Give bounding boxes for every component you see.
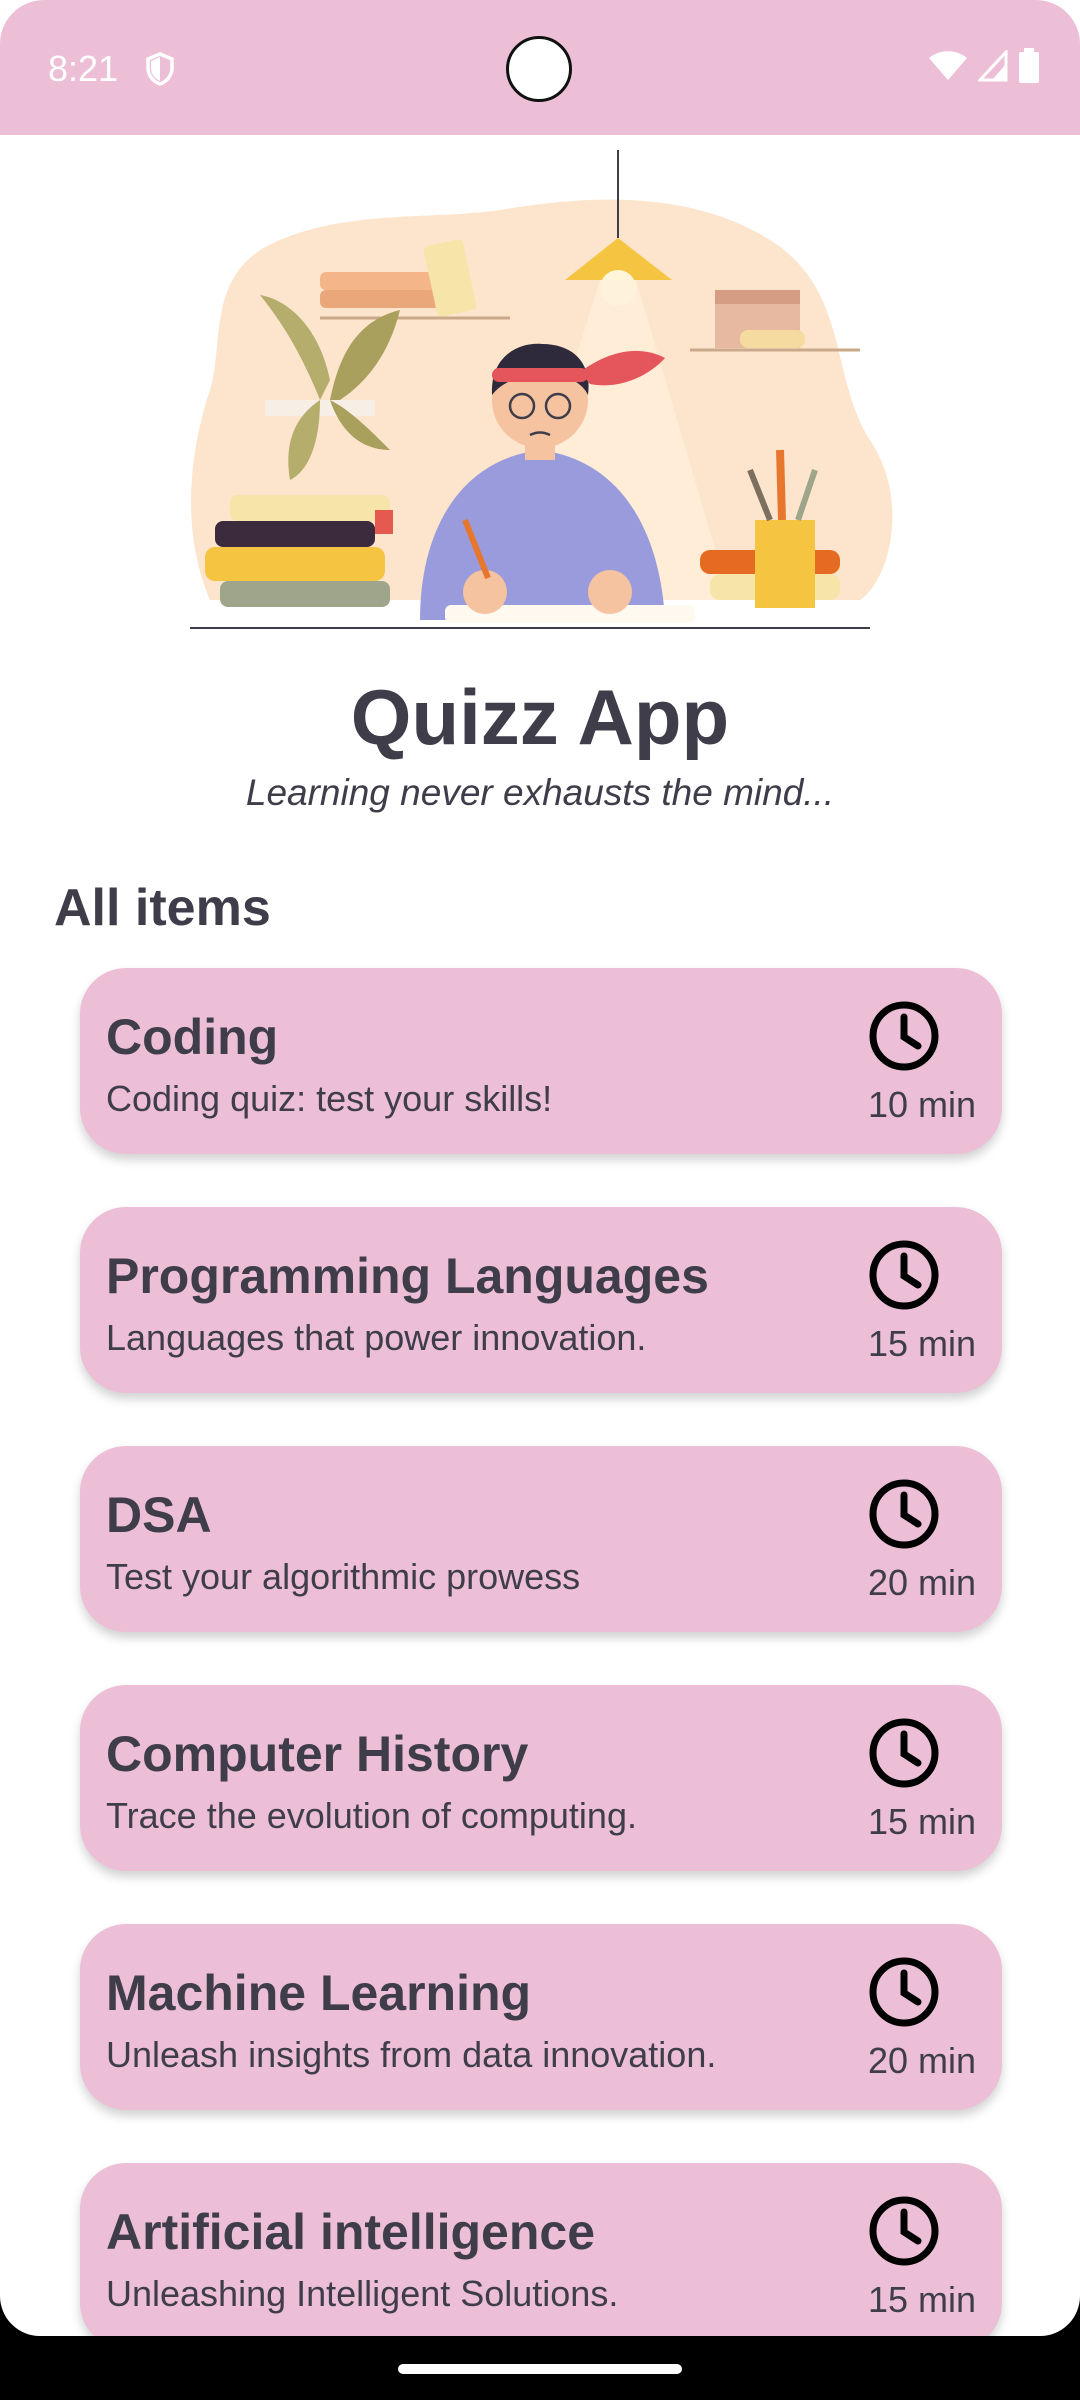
card-title: Artificial intelligence <box>106 2204 596 2260</box>
clock-icon <box>869 1240 939 1310</box>
front-camera <box>506 36 572 102</box>
card-title: Coding <box>106 1009 279 1065</box>
signal-icon <box>976 48 1008 87</box>
quiz-card-dsa[interactable]: DSA Test your algorithmic prowess 20 min <box>80 1446 1002 1632</box>
card-description: Unleashing Intelligent Solutions. <box>106 2273 619 2314</box>
shield-icon <box>145 52 175 91</box>
card-duration: 15 min <box>867 1801 976 1842</box>
card-title: Programming Languages <box>106 1248 709 1304</box>
clock-icon <box>869 1957 939 2027</box>
hero-illustration <box>190 150 893 629</box>
clock-icon <box>869 1479 939 1549</box>
card-duration: 20 min <box>867 2040 976 2081</box>
card-duration: 15 min <box>867 1323 976 1364</box>
card-description: Coding quiz: test your skills! <box>106 1078 553 1119</box>
card-description: Test your algorithmic prowess <box>106 1556 581 1597</box>
wifi-icon <box>928 50 968 87</box>
clock-icon <box>869 2196 939 2266</box>
card-description: Languages that power innovation. <box>106 1317 647 1358</box>
quiz-card-computer-history[interactable]: Computer History Trace the evolution of … <box>80 1685 1002 1871</box>
clock-icon <box>869 1001 939 1071</box>
quiz-card-programming-languages[interactable]: Programming Languages Languages that pow… <box>80 1207 1002 1393</box>
quiz-card-artificial-intelligence[interactable]: Artificial intelligence Unleashing Intel… <box>80 2163 1002 2336</box>
card-title: Machine Learning <box>106 1965 532 2021</box>
system-icons <box>928 48 1040 89</box>
status-time: 8:21 <box>48 48 119 89</box>
card-duration: 20 min <box>867 1562 976 1603</box>
section-title: All items <box>54 879 271 937</box>
card-title: DSA <box>106 1487 212 1543</box>
app-screen: 8:21 Quizz App Learning never exhausts t… <box>0 0 1080 2336</box>
card-description: Unleash insights from data innovation. <box>106 2034 717 2075</box>
card-duration: 15 min <box>867 2279 976 2320</box>
quiz-list: Coding Coding quiz: test your skills! 10… <box>80 968 1002 2336</box>
card-title: Computer History <box>106 1726 529 1782</box>
app-title: Quizz App <box>350 673 730 761</box>
clock-icon <box>869 1718 939 1788</box>
quiz-card-machine-learning[interactable]: Machine Learning Unleash insights from d… <box>80 1924 1002 2110</box>
status-bar: 8:21 <box>0 0 1080 135</box>
app-subtitle: Learning never exhausts the mind... <box>245 772 835 813</box>
quiz-card-coding[interactable]: Coding Coding quiz: test your skills! 10… <box>80 968 1002 1154</box>
card-description: Trace the evolution of computing. <box>106 1795 637 1836</box>
battery-icon <box>1018 48 1040 89</box>
gesture-nav-handle[interactable] <box>398 2364 682 2374</box>
card-duration: 10 min <box>867 1084 976 1125</box>
